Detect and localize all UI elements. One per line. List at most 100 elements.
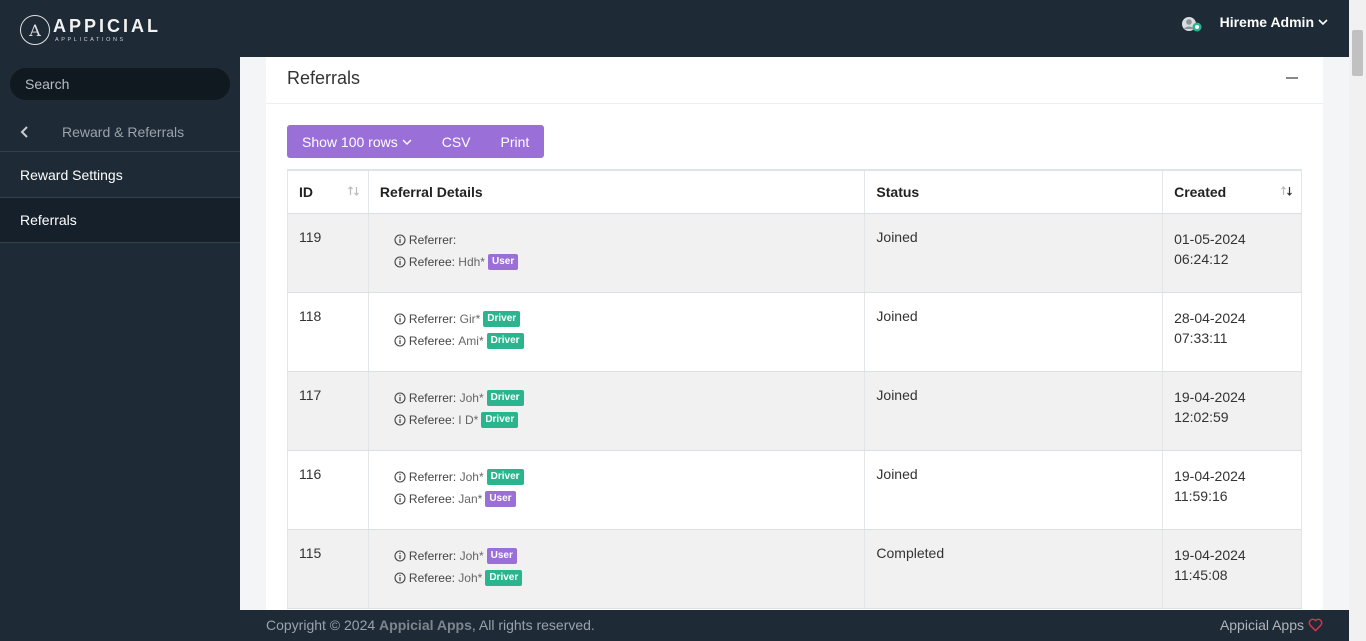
referrals-card: Referrals Show 100 rows CSV Print ID Ref… [266,57,1323,617]
show-rows-button[interactable]: Show 100 rows [287,125,427,158]
sidebar-item-label: Referrals [20,212,77,228]
chevron-down-icon [1318,19,1328,26]
referee-name: Ami* [458,333,484,348]
referee-line: Referee: Ami* Driver [394,330,864,352]
referrer-line: Referrer: Joh* Driver [394,466,864,488]
scrollbar-thumb[interactable] [1352,30,1363,76]
cell-created: 19-04-2024 12:02:59 [1162,371,1302,451]
logo-name: APPICIAL [53,15,162,36]
created-date: 19-04-2024 [1174,546,1246,563]
table-row: 115 Referrer: Joh* User Referee: Joh* Driv… [287,529,1302,609]
info-icon [394,492,406,505]
sort-desc-icon [1281,186,1292,196]
referrer-line: Referrer: Joh* Driver [394,387,864,409]
table-row: 116 Referrer: Joh* Driver Referee: Jan* Us… [287,450,1302,530]
info-icon [394,549,406,562]
referee-name: I D* [458,412,479,427]
info-icon [394,470,406,483]
sidebar-back-reward-referrals[interactable]: Reward & Referrals [0,113,240,152]
referee-label: Referee: [408,254,455,269]
footer-copyright: Copyright © 2024 [266,617,376,633]
info-icon [394,334,406,347]
cell-referral-details: Referrer: Joh* Driver Referee: I D* Driver [367,371,866,451]
created-time: 06:24:12 [1174,250,1229,267]
referrer-name: Joh* [459,469,484,484]
cell-id: 116 [287,450,369,530]
referee-label: Referee: [408,412,455,427]
info-icon [394,255,406,268]
sidebar: Reward & Referrals Reward Settings Refer… [0,57,240,641]
logo-mark: A [20,15,50,45]
referrer-role-badge: Driver [486,389,524,406]
user-menu[interactable]: Hireme Admin [1180,12,1328,32]
referee-label: Referee: [408,570,455,585]
heart-icon [1308,618,1323,632]
referee-role-badge: User [487,253,519,270]
referrer-name: Gir* [459,311,481,326]
cell-referral-details: Referrer: Gir* Driver Referee: Ami* Driver [367,292,866,372]
page-scrollbar[interactable] [1349,0,1366,641]
table-row: 117 Referrer: Joh* Driver Referee: I D* Dr… [287,371,1302,451]
cell-created: 01-05-2024 06:24:12 [1162,213,1302,293]
referee-name: Jan* [458,491,483,506]
column-header-id[interactable]: ID [287,169,369,214]
cell-referral-details: Referrer: Joh* Driver Referee: Jan* User [367,450,866,530]
referee-label: Referee: [408,333,455,348]
app-logo[interactable]: A APPICIAL APPLICATIONS [20,15,161,45]
cell-status: Completed [864,529,1164,609]
print-button[interactable]: Print [486,125,545,158]
table-body: 119 Referrer: Referee: Hdh*User Joined [287,213,1302,609]
collapse-icon[interactable] [1286,77,1298,79]
referee-name: Hdh* [458,254,485,269]
sidebar-item-label: Reward Settings [20,167,123,183]
cell-referral-details: Referrer: Referee: Hdh* User [367,213,866,293]
created-time: 07:33:11 [1174,329,1228,346]
footer: Copyright © 2024 Appicial Apps, All righ… [240,610,1349,641]
referrer-role-badge: Driver [483,310,521,327]
info-icon [394,571,406,584]
created-time: 11:59:16 [1174,487,1228,504]
column-header-status: Status [864,169,1164,214]
cell-created: 19-04-2024 11:45:08 [1162,529,1302,609]
sidebar-item-reward-settings[interactable]: Reward Settings [0,153,240,198]
referrer-label: Referrer: [408,548,457,563]
csv-button[interactable]: CSV [427,125,486,158]
referee-line: Referee: Hdh* User [394,251,864,273]
referee-role-badge: Driver [486,332,524,349]
referrer-line: Referrer: Joh* User [394,545,864,567]
referee-name: Joh* [458,570,483,585]
referrer-label: Referrer: [408,232,457,247]
created-time: 12:02:59 [1174,408,1229,425]
user-name: Hireme Admin [1219,14,1314,30]
logo-subtitle: APPLICATIONS [55,36,126,43]
footer-right-label: Appicial Apps [1219,617,1304,633]
referrer-label: Referrer: [408,311,457,326]
table-header-row: ID Referral Details Status Created [287,169,1302,214]
cell-status: Joined [864,371,1164,451]
cell-id: 118 [287,292,369,372]
cell-created: 28-04-2024 07:33:11 [1162,292,1302,372]
info-icon [394,413,406,426]
sidebar-item-referrals[interactable]: Referrals [0,198,240,243]
referee-line: Referee: Joh* Driver [394,567,864,589]
table-row: 119 Referrer: Referee: Hdh*User Joined [287,213,1302,293]
column-header-created[interactable]: Created [1162,169,1302,214]
created-date: 01-05-2024 [1174,230,1246,247]
cell-id: 117 [287,371,369,451]
referee-label: Referee: [408,491,455,506]
show-rows-label: Show 100 rows [302,133,398,150]
referee-line: Referee: I D* Driver [394,409,864,431]
footer-brand-link[interactable]: Appicial Apps [379,617,472,633]
referrer-line: Referrer: [394,229,864,251]
cell-status: Joined [864,213,1164,293]
page-title: Referrals [287,68,361,88]
column-header-referral-details: Referral Details [367,169,866,214]
referrer-label: Referrer: [408,390,457,405]
cell-id: 115 [287,529,369,609]
referrer-label: Referrer: [408,469,457,484]
referrals-table: ID Referral Details Status Created 119 R… [287,169,1302,609]
info-icon [394,233,406,246]
search-input[interactable] [10,68,230,100]
referrer-name: Joh* [459,548,484,563]
referee-role-badge: User [485,490,516,507]
